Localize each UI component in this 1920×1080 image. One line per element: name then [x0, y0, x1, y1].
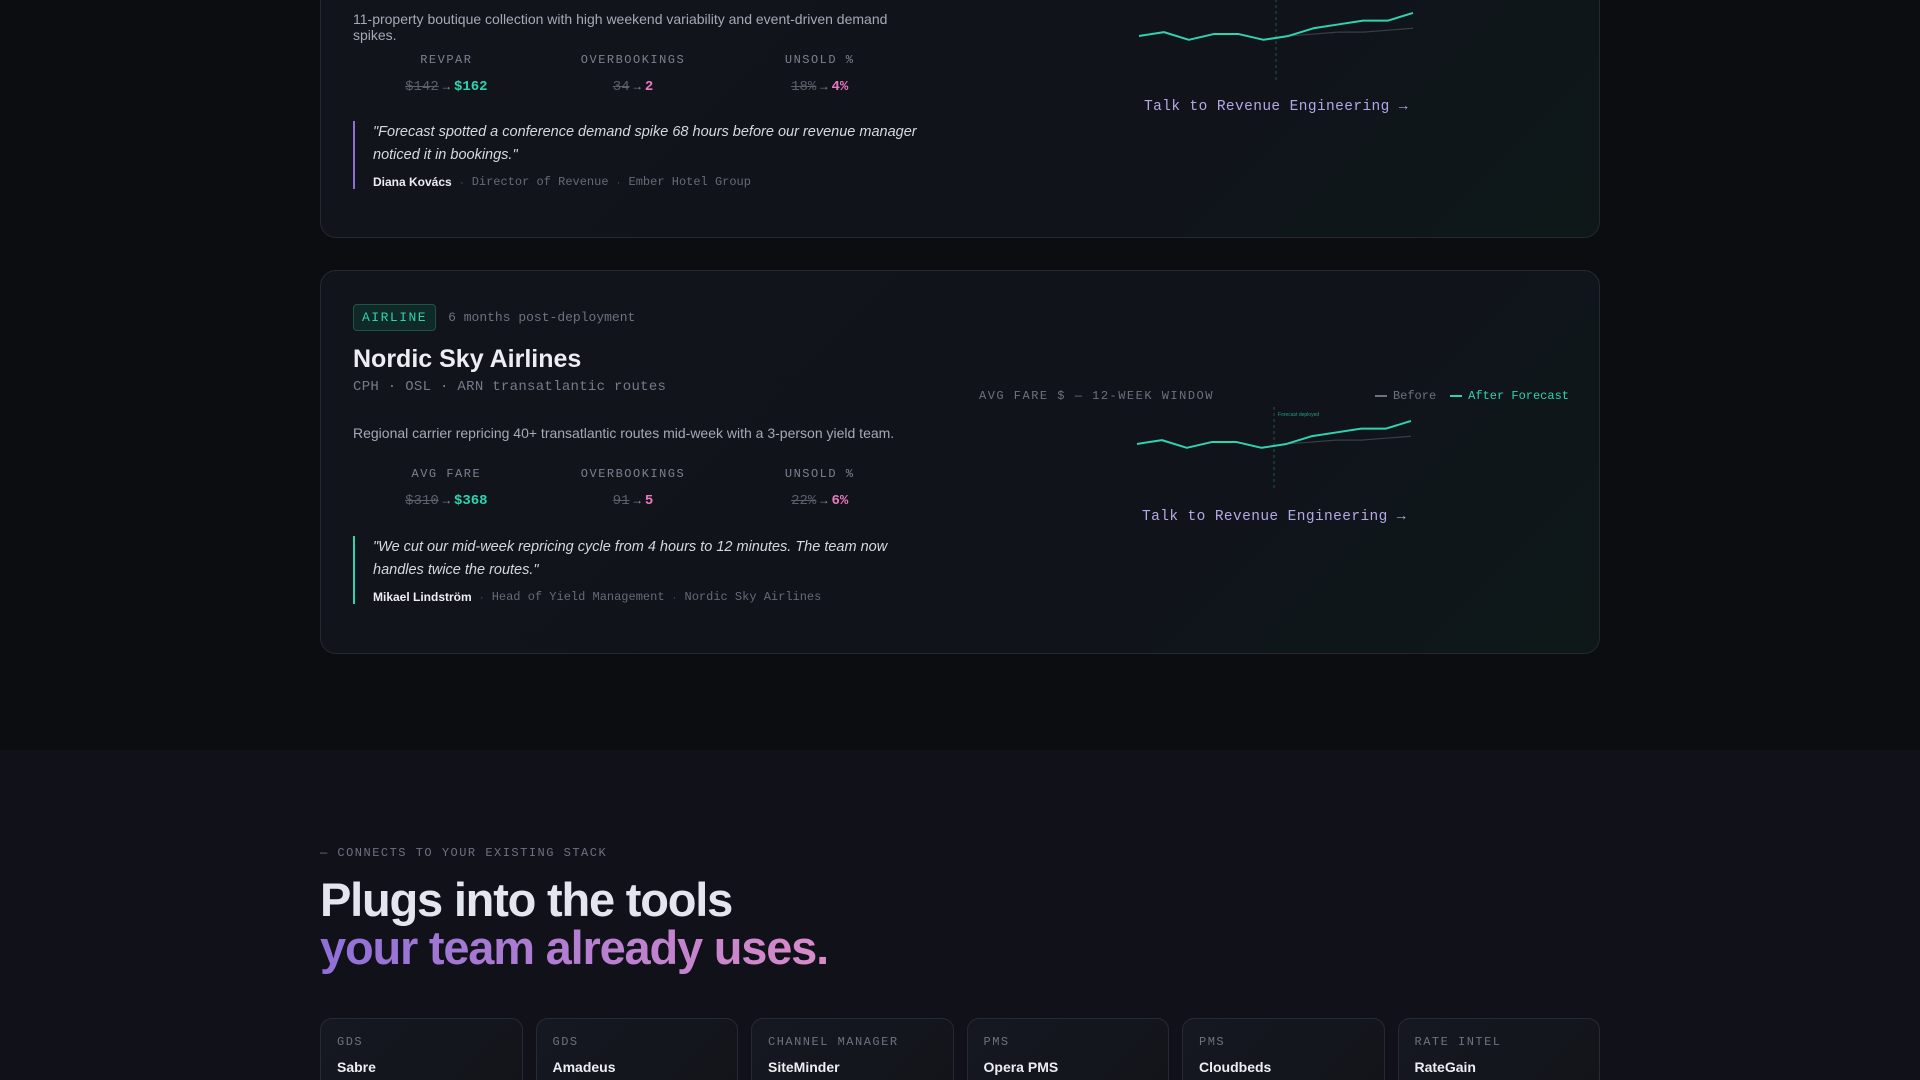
fare-line-chart: Forecast deployed: [1136, 407, 1412, 489]
tile-category: PMS: [983, 1035, 1010, 1049]
quote-company: Ember Hotel Group: [628, 175, 751, 189]
tile-category: CHANNEL MANAGER: [768, 1035, 899, 1049]
chart-header: AVG FARE $ — 12-WEEK WINDOW Before After…: [979, 389, 1569, 403]
case-chart-panel: Forecast deployed Talk to Revenue Engine…: [981, 0, 1571, 237]
metric-label: OVERBOOKINGS: [580, 467, 686, 481]
integration-tile-sabre[interactable]: GDS Sabre: [320, 1018, 523, 1080]
tile-name: Cloudbeds: [1199, 1059, 1272, 1075]
talk-to-revenue-engineering-link[interactable]: Talk to Revenue Engineering →: [981, 99, 1571, 115]
arrow-icon: →: [820, 80, 828, 94]
arrow-icon: →: [633, 80, 641, 94]
case-description: 11-property boutique collection with hig…: [353, 11, 888, 43]
metric-after: $162: [453, 79, 488, 95]
quote-attribution: Mikael Lindström · Head of Yield Managem…: [373, 590, 933, 604]
metric-overbookings: OVERBOOKINGS 34 → 2: [540, 53, 727, 95]
metric-after: $368: [453, 493, 488, 509]
integration-tile-rategain[interactable]: RATE INTEL RateGain: [1397, 1018, 1600, 1080]
metric-overbookings: OVERBOOKINGS 91 → 5: [540, 467, 727, 509]
metric-before: 22%: [791, 493, 817, 509]
case-study-card-airline: AIRLINE 6 months post-deployment Nordic …: [320, 270, 1600, 654]
metric-avg-fare: AVG FARE $310 → $368: [353, 467, 540, 509]
chart-title: AVG FARE $ — 12-WEEK WINDOW: [979, 389, 1214, 403]
metric-before: 18%: [791, 79, 817, 95]
integration-tile-cloudbeds[interactable]: PMS Cloudbeds: [1182, 1018, 1385, 1080]
integration-tile-siteminder[interactable]: CHANNEL MANAGER SiteMinder: [751, 1018, 954, 1080]
metric-unsold: UNSOLD % 18% → 4%: [726, 53, 913, 95]
section-heading-line1: Plugs into the tools: [320, 873, 733, 926]
arrow-icon: →: [442, 494, 450, 508]
metric-before: $310: [405, 493, 439, 509]
separator: ·: [459, 175, 464, 189]
legend-swatch: [1374, 395, 1387, 397]
chart-legend: Before After Forecast: [1374, 389, 1569, 403]
separator: ·: [616, 175, 621, 189]
metric-label: UNSOLD %: [784, 53, 855, 67]
legend-after: After Forecast: [1450, 389, 1569, 403]
metric-unsold: UNSOLD % 22% → 6%: [726, 467, 913, 509]
integration-tile-opera-pms[interactable]: PMS Opera PMS: [966, 1018, 1169, 1080]
metric-after: 5: [644, 493, 654, 509]
quote-attribution: Diana Kovács · Director of Revenue · Emb…: [373, 175, 933, 189]
fare-line-chart: Forecast deployed: [1138, 0, 1414, 81]
metric-after: 6%: [831, 493, 849, 509]
company-routes: CPH · OSL · ARN transatlantic routes: [353, 379, 667, 395]
tile-category: GDS: [552, 1035, 579, 1049]
quote-author: Diana Kovács: [373, 175, 452, 189]
quote-author: Mikael Lindström: [373, 590, 472, 604]
metrics-row: AVG FARE $310 → $368 OVERBOOKINGS 91 → 5 UNS…: [353, 467, 913, 509]
metric-label: OVERBOOKINGS: [580, 53, 686, 67]
quote-company: Nordic Sky Airlines: [684, 590, 822, 604]
section-heading-line2: your team already uses.: [320, 921, 829, 974]
arrow-icon: →: [442, 80, 450, 94]
metric-before: 91: [612, 493, 630, 509]
arrow-icon: →: [820, 494, 828, 508]
metric-after: 4%: [831, 79, 849, 95]
metric-label: UNSOLD %: [784, 467, 855, 481]
legend-label: Before: [1392, 389, 1437, 403]
case-chart-panel: AVG FARE $ — 12-WEEK WINDOW Before After…: [979, 271, 1569, 653]
quote-text: "We cut our mid-week repricing cycle fro…: [373, 539, 888, 578]
tile-category: GDS: [337, 1035, 364, 1049]
metrics-row: REVPAR $142 → $162 OVERBOOKINGS 34 → 2 UNSOL…: [353, 53, 913, 95]
tile-category: RATE INTEL: [1414, 1035, 1502, 1049]
integration-tiles: GDS Sabre GDS Amadeus CHANNEL MANAGER Si…: [320, 1018, 1600, 1080]
tile-name: RateGain: [1414, 1059, 1476, 1075]
tile-name: Sabre: [337, 1059, 376, 1075]
legend-label: After Forecast: [1468, 389, 1569, 403]
tile-name: Opera PMS: [983, 1059, 1059, 1075]
quote-role: Director of Revenue: [471, 175, 609, 189]
case-study-card-hotel: 11-property boutique collection with hig…: [320, 0, 1600, 238]
tile-name: SiteMinder: [768, 1059, 840, 1075]
tile-category: PMS: [1199, 1035, 1226, 1049]
talk-to-revenue-engineering-link[interactable]: Talk to Revenue Engineering →: [979, 509, 1569, 525]
quote-text: "Forecast spotted a conference demand sp…: [373, 124, 917, 163]
deployment-note: 6 months post-deployment: [448, 310, 636, 325]
industry-tag: AIRLINE: [353, 304, 437, 331]
testimonial-quote: "We cut our mid-week repricing cycle fro…: [353, 536, 933, 604]
integration-tile-amadeus[interactable]: GDS Amadeus: [535, 1018, 738, 1080]
metric-before: 34: [612, 79, 630, 95]
metric-label: REVPAR: [420, 53, 473, 67]
metric-before: $142: [405, 79, 439, 95]
metric-after: 2: [644, 79, 654, 95]
separator: ·: [479, 590, 484, 604]
legend-swatch: [1450, 395, 1463, 397]
legend-before: Before: [1374, 389, 1437, 403]
testimonial-quote: "Forecast spotted a conference demand sp…: [353, 121, 933, 189]
metric-label: AVG FARE: [411, 467, 482, 481]
metric-revpar: REVPAR $142 → $162: [353, 53, 540, 95]
arrow-icon: →: [633, 494, 641, 508]
section-eyebrow: — CONNECTS TO YOUR EXISTING STACK: [320, 846, 608, 860]
quote-role: Head of Yield Management: [491, 590, 665, 604]
deployment-marker-label: Forecast deployed: [1278, 412, 1319, 418]
separator: ·: [672, 590, 677, 604]
tile-name: Amadeus: [552, 1059, 616, 1075]
case-tag-row: AIRLINE 6 months post-deployment: [353, 304, 635, 331]
case-description: Regional carrier repricing 40+ transatla…: [353, 425, 895, 441]
company-name: Nordic Sky Airlines: [353, 345, 582, 373]
